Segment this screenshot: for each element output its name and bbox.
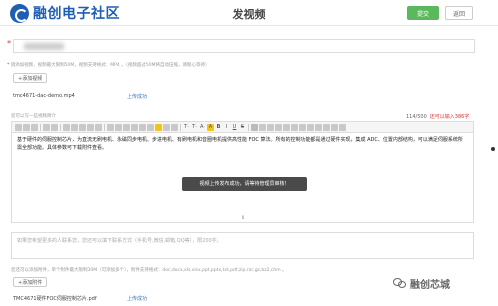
cut-icon[interactable] <box>63 123 70 131</box>
preview-icon[interactable] <box>23 123 30 131</box>
char-remaining: 还可以输入386字 <box>429 114 470 120</box>
align-center-icon[interactable] <box>259 123 266 131</box>
site-logo[interactable]: 融创电子社区 <box>10 3 120 23</box>
editor-toolbar: T· T· A· A B I U S <box>12 122 473 133</box>
bold-icon[interactable]: B <box>215 124 222 131</box>
emoticon-icon[interactable] <box>147 123 154 131</box>
toolbar-divider <box>248 123 249 131</box>
required-mark: * <box>7 39 11 48</box>
media-icon[interactable] <box>123 123 130 131</box>
blurred-title-text <box>24 43 64 50</box>
back-button[interactable]: 返回 <box>445 6 473 20</box>
top-bar: 融创电子社区 发视频 提交 返回 <box>0 0 498 26</box>
video-file-name: tmc4671-dac-demo.mp4 <box>13 93 75 99</box>
logo-icon <box>10 3 29 23</box>
align-right-icon[interactable] <box>267 123 274 131</box>
underline-icon[interactable]: U <box>231 124 238 131</box>
watermark: 融创芯城 <box>393 276 450 291</box>
toolbar-divider <box>60 123 61 131</box>
editor-content[interactable]: 基于硬件的伺服控制芯片，为直流无刷电机、永磁同步电机、步进电机、有刷电机和音圈电… <box>17 137 467 152</box>
font-size-icon[interactable]: T· <box>191 124 198 131</box>
video-hint: * 请添加视频，视频最大限制50M，视频支持格式：MP4 。（视频超过50M将自… <box>7 62 210 68</box>
italic-icon[interactable]: I <box>223 124 230 131</box>
highlight-icon[interactable]: A <box>207 123 214 131</box>
superscript-icon[interactable] <box>323 123 330 131</box>
link-icon[interactable] <box>163 123 170 131</box>
toolbar-divider <box>40 123 41 131</box>
source-icon[interactable] <box>15 123 22 131</box>
strikethrough-icon[interactable]: S <box>239 124 246 131</box>
fullscreen-icon[interactable] <box>339 123 346 131</box>
add-video-button[interactable]: +添加视频 <box>13 73 48 83</box>
font-color-icon[interactable]: A· <box>199 124 206 131</box>
char-count: 114/500 <box>406 114 427 120</box>
paste-text-icon[interactable] <box>87 123 94 131</box>
cursor-dot <box>491 147 495 151</box>
align-left-icon[interactable] <box>251 123 258 131</box>
clear-format-icon[interactable] <box>331 123 338 131</box>
attachment-upload-status: 上传成功 <box>127 296 148 302</box>
subscript-icon[interactable] <box>315 123 322 131</box>
table-icon[interactable] <box>131 123 138 131</box>
align-justify-icon[interactable] <box>275 123 282 131</box>
brand-name: 融创电子社区 <box>33 6 120 22</box>
paste-word-icon[interactable] <box>95 123 102 131</box>
resize-handle-icon[interactable]: ⇕ <box>241 215 245 221</box>
paste-icon[interactable] <box>79 123 86 131</box>
font-family-icon[interactable]: T· <box>183 124 190 131</box>
unlink-icon[interactable] <box>171 123 178 131</box>
redo-icon[interactable] <box>51 123 58 131</box>
flash-icon[interactable] <box>115 123 122 131</box>
attachment-file-name: TMC4671硬件FOC伺服控制芯片.pdf <box>13 296 97 302</box>
hr-icon[interactable] <box>139 123 146 131</box>
success-toast: 视频上传发布成功，请等待管理员审核！ <box>182 177 307 191</box>
copy-icon[interactable] <box>71 123 78 131</box>
attachment-hint: 您还可以添加附件，单个附件最大限制30M（可添加多个），附件支持格式：doc,d… <box>11 268 287 273</box>
contact-placeholder: 如果您希望更多的人联系您，您还可以填下联系方式（手机号,微信,邮箱,QQ等），限… <box>17 238 222 244</box>
image-icon[interactable] <box>107 123 114 131</box>
video-hint-text: 请添加视频，视频最大限制50M，视频支持格式：MP4 。（视频超过50M将自动压… <box>10 63 210 68</box>
unordered-list-icon[interactable] <box>291 123 298 131</box>
submit-button[interactable]: 提交 <box>407 6 439 20</box>
add-attachment-button[interactable]: +添加附件 <box>13 277 48 287</box>
toolbar-divider <box>180 123 181 131</box>
ordered-list-icon[interactable] <box>283 123 290 131</box>
video-upload-status: 上传成功 <box>127 94 148 100</box>
title-input[interactable] <box>13 39 475 53</box>
title-row: * <box>7 39 475 53</box>
description-placeholder-label: 您可以写一些视频简介 <box>11 114 56 119</box>
wechat-icon <box>393 278 407 289</box>
special-char-icon[interactable] <box>155 123 162 131</box>
print-icon[interactable] <box>31 123 38 131</box>
indent-icon[interactable] <box>299 123 306 131</box>
undo-icon[interactable] <box>43 123 50 131</box>
rich-text-editor[interactable]: T· T· A· A B I U S 基于硬件的伺服控制芯片，为直流无刷电机、永… <box>11 121 474 223</box>
description-counter: 114/500 还可以输入386字 <box>406 113 469 120</box>
outdent-icon[interactable] <box>307 123 314 131</box>
toolbar-divider <box>104 123 105 131</box>
contact-input[interactable]: 如果您希望更多的人联系您，您还可以填下联系方式（手机号,微信,邮箱,QQ等），限… <box>11 232 474 259</box>
watermark-text: 融创芯城 <box>410 280 450 291</box>
